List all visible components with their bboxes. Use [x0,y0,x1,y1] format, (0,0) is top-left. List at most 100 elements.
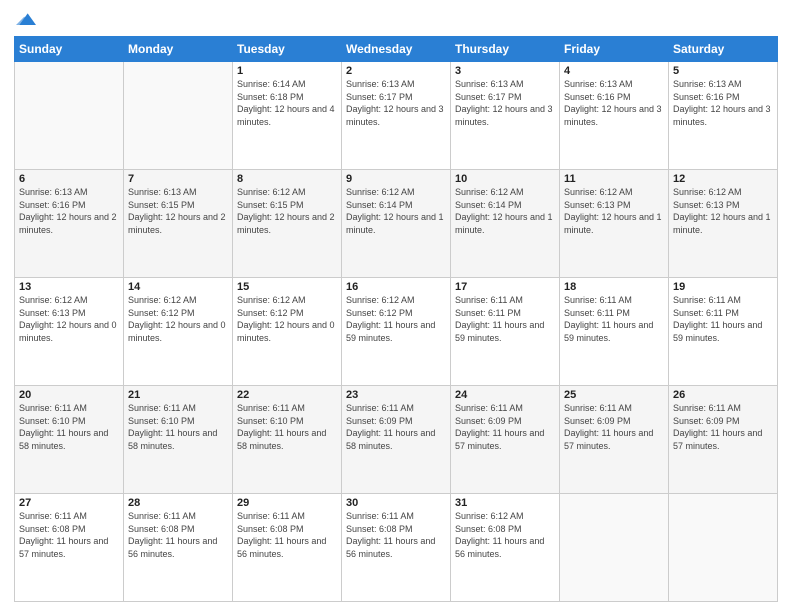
day-number: 30 [346,497,446,509]
day-cell [669,494,778,602]
header-row: SundayMondayTuesdayWednesdayThursdayFrid… [15,37,778,62]
day-cell: 14Sunrise: 6:12 AM Sunset: 6:12 PM Dayli… [124,278,233,386]
day-info: Sunrise: 6:11 AM Sunset: 6:08 PM Dayligh… [128,510,228,560]
day-number: 6 [19,173,119,185]
col-header-tuesday: Tuesday [233,37,342,62]
day-info: Sunrise: 6:12 AM Sunset: 6:12 PM Dayligh… [346,294,446,344]
page: SundayMondayTuesdayWednesdayThursdayFrid… [0,0,792,612]
day-number: 13 [19,281,119,293]
day-number: 25 [564,389,664,401]
day-cell: 27Sunrise: 6:11 AM Sunset: 6:08 PM Dayli… [15,494,124,602]
day-info: Sunrise: 6:12 AM Sunset: 6:12 PM Dayligh… [128,294,228,344]
day-info: Sunrise: 6:11 AM Sunset: 6:08 PM Dayligh… [19,510,119,560]
day-cell: 10Sunrise: 6:12 AM Sunset: 6:14 PM Dayli… [451,170,560,278]
day-info: Sunrise: 6:11 AM Sunset: 6:11 PM Dayligh… [455,294,555,344]
day-number: 4 [564,65,664,77]
day-info: Sunrise: 6:12 AM Sunset: 6:12 PM Dayligh… [237,294,337,344]
day-number: 27 [19,497,119,509]
day-cell: 21Sunrise: 6:11 AM Sunset: 6:10 PM Dayli… [124,386,233,494]
day-info: Sunrise: 6:13 AM Sunset: 6:15 PM Dayligh… [128,186,228,236]
day-cell: 9Sunrise: 6:12 AM Sunset: 6:14 PM Daylig… [342,170,451,278]
col-header-saturday: Saturday [669,37,778,62]
day-number: 24 [455,389,555,401]
logo-area [14,10,36,30]
day-number: 15 [237,281,337,293]
day-number: 22 [237,389,337,401]
day-cell: 13Sunrise: 6:12 AM Sunset: 6:13 PM Dayli… [15,278,124,386]
day-number: 16 [346,281,446,293]
week-row-1: 1Sunrise: 6:14 AM Sunset: 6:18 PM Daylig… [15,62,778,170]
day-cell: 17Sunrise: 6:11 AM Sunset: 6:11 PM Dayli… [451,278,560,386]
day-info: Sunrise: 6:12 AM Sunset: 6:13 PM Dayligh… [19,294,119,344]
day-cell [124,62,233,170]
day-cell: 4Sunrise: 6:13 AM Sunset: 6:16 PM Daylig… [560,62,669,170]
day-info: Sunrise: 6:13 AM Sunset: 6:17 PM Dayligh… [455,78,555,128]
day-cell: 26Sunrise: 6:11 AM Sunset: 6:09 PM Dayli… [669,386,778,494]
day-number: 31 [455,497,555,509]
day-info: Sunrise: 6:12 AM Sunset: 6:08 PM Dayligh… [455,510,555,560]
day-info: Sunrise: 6:12 AM Sunset: 6:13 PM Dayligh… [564,186,664,236]
day-cell: 29Sunrise: 6:11 AM Sunset: 6:08 PM Dayli… [233,494,342,602]
day-info: Sunrise: 6:11 AM Sunset: 6:08 PM Dayligh… [237,510,337,560]
header [14,10,778,30]
day-cell: 1Sunrise: 6:14 AM Sunset: 6:18 PM Daylig… [233,62,342,170]
day-number: 10 [455,173,555,185]
day-info: Sunrise: 6:11 AM Sunset: 6:09 PM Dayligh… [673,402,773,452]
day-cell: 7Sunrise: 6:13 AM Sunset: 6:15 PM Daylig… [124,170,233,278]
day-info: Sunrise: 6:11 AM Sunset: 6:09 PM Dayligh… [455,402,555,452]
day-cell [15,62,124,170]
day-number: 1 [237,65,337,77]
day-number: 18 [564,281,664,293]
calendar-table: SundayMondayTuesdayWednesdayThursdayFrid… [14,36,778,602]
day-info: Sunrise: 6:13 AM Sunset: 6:17 PM Dayligh… [346,78,446,128]
week-row-5: 27Sunrise: 6:11 AM Sunset: 6:08 PM Dayli… [15,494,778,602]
day-cell: 15Sunrise: 6:12 AM Sunset: 6:12 PM Dayli… [233,278,342,386]
col-header-wednesday: Wednesday [342,37,451,62]
day-cell: 12Sunrise: 6:12 AM Sunset: 6:13 PM Dayli… [669,170,778,278]
day-cell: 16Sunrise: 6:12 AM Sunset: 6:12 PM Dayli… [342,278,451,386]
col-header-sunday: Sunday [15,37,124,62]
day-info: Sunrise: 6:13 AM Sunset: 6:16 PM Dayligh… [19,186,119,236]
day-cell: 18Sunrise: 6:11 AM Sunset: 6:11 PM Dayli… [560,278,669,386]
day-info: Sunrise: 6:11 AM Sunset: 6:11 PM Dayligh… [564,294,664,344]
day-info: Sunrise: 6:12 AM Sunset: 6:14 PM Dayligh… [455,186,555,236]
day-cell: 5Sunrise: 6:13 AM Sunset: 6:16 PM Daylig… [669,62,778,170]
day-cell: 3Sunrise: 6:13 AM Sunset: 6:17 PM Daylig… [451,62,560,170]
day-cell [560,494,669,602]
day-info: Sunrise: 6:12 AM Sunset: 6:13 PM Dayligh… [673,186,773,236]
day-cell: 24Sunrise: 6:11 AM Sunset: 6:09 PM Dayli… [451,386,560,494]
day-number: 28 [128,497,228,509]
day-cell: 11Sunrise: 6:12 AM Sunset: 6:13 PM Dayli… [560,170,669,278]
day-info: Sunrise: 6:11 AM Sunset: 6:10 PM Dayligh… [237,402,337,452]
day-number: 3 [455,65,555,77]
day-number: 14 [128,281,228,293]
day-number: 19 [673,281,773,293]
col-header-friday: Friday [560,37,669,62]
day-number: 8 [237,173,337,185]
day-info: Sunrise: 6:11 AM Sunset: 6:08 PM Dayligh… [346,510,446,560]
day-info: Sunrise: 6:11 AM Sunset: 6:09 PM Dayligh… [346,402,446,452]
day-number: 26 [673,389,773,401]
day-number: 7 [128,173,228,185]
day-cell: 23Sunrise: 6:11 AM Sunset: 6:09 PM Dayli… [342,386,451,494]
day-info: Sunrise: 6:11 AM Sunset: 6:11 PM Dayligh… [673,294,773,344]
day-number: 2 [346,65,446,77]
day-number: 23 [346,389,446,401]
day-cell: 28Sunrise: 6:11 AM Sunset: 6:08 PM Dayli… [124,494,233,602]
day-cell: 30Sunrise: 6:11 AM Sunset: 6:08 PM Dayli… [342,494,451,602]
day-number: 5 [673,65,773,77]
day-info: Sunrise: 6:12 AM Sunset: 6:14 PM Dayligh… [346,186,446,236]
day-cell: 22Sunrise: 6:11 AM Sunset: 6:10 PM Dayli… [233,386,342,494]
logo [14,10,36,30]
week-row-2: 6Sunrise: 6:13 AM Sunset: 6:16 PM Daylig… [15,170,778,278]
logo-icon [16,10,36,30]
day-number: 17 [455,281,555,293]
col-header-thursday: Thursday [451,37,560,62]
day-cell: 2Sunrise: 6:13 AM Sunset: 6:17 PM Daylig… [342,62,451,170]
day-cell: 25Sunrise: 6:11 AM Sunset: 6:09 PM Dayli… [560,386,669,494]
day-info: Sunrise: 6:13 AM Sunset: 6:16 PM Dayligh… [673,78,773,128]
day-info: Sunrise: 6:11 AM Sunset: 6:10 PM Dayligh… [128,402,228,452]
day-info: Sunrise: 6:11 AM Sunset: 6:09 PM Dayligh… [564,402,664,452]
day-cell: 20Sunrise: 6:11 AM Sunset: 6:10 PM Dayli… [15,386,124,494]
day-number: 9 [346,173,446,185]
